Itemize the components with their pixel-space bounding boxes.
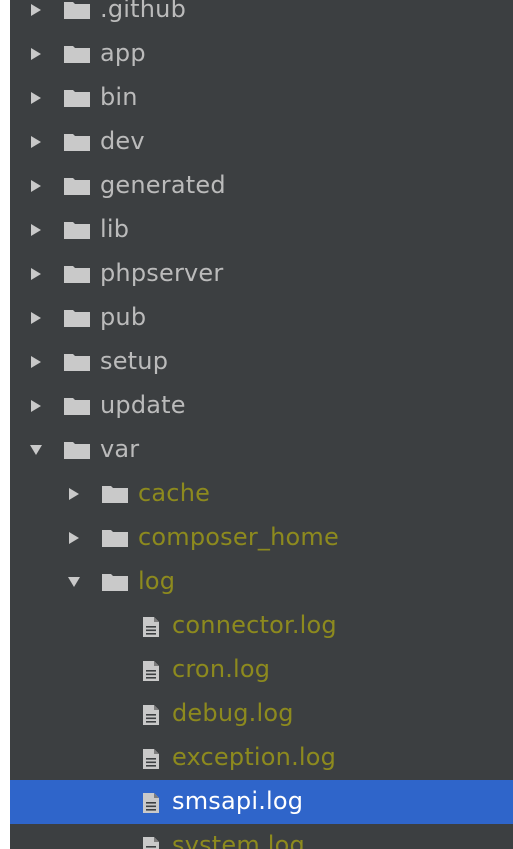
tree-item-log[interactable]: log (10, 560, 513, 604)
text-file-icon (142, 704, 160, 726)
tree-item-setup[interactable]: setup (10, 340, 513, 384)
tree-item-lib[interactable]: lib (10, 208, 513, 252)
folder-icon (102, 528, 128, 548)
text-file-icon (142, 748, 160, 770)
tree-item-label: var (100, 435, 140, 463)
tree-item-label: bin (100, 83, 138, 111)
triangle-right-icon[interactable] (29, 179, 43, 193)
tree-item-bin[interactable]: bin (10, 76, 513, 120)
tree-item-label: phpserver (100, 259, 224, 287)
folder-icon (102, 572, 128, 592)
triangle-right-icon[interactable] (29, 399, 43, 413)
triangle-right-icon[interactable] (29, 91, 43, 105)
tree-item-debug-log[interactable]: debug.log (10, 692, 513, 736)
folder-icon (64, 396, 90, 416)
triangle-right-icon[interactable] (29, 355, 43, 369)
folder-icon (64, 44, 90, 64)
tree-item-composer-home[interactable]: composer_home (10, 516, 513, 560)
folder-icon (64, 132, 90, 152)
tree-item-label: system.log (172, 831, 305, 849)
tree-item-label: cache (138, 479, 211, 507)
tree-item-label: connector.log (172, 611, 337, 639)
tree-item-exception-log[interactable]: exception.log (10, 736, 513, 780)
tree-item-generated[interactable]: generated (10, 164, 513, 208)
tree-item-label: composer_home (138, 523, 339, 551)
tree-item-github[interactable]: .github (10, 0, 513, 32)
tree-item-label: exception.log (172, 743, 337, 771)
triangle-right-icon[interactable] (29, 47, 43, 61)
tree-item-cron-log[interactable]: cron.log (10, 648, 513, 692)
tree-item-label: .github (100, 0, 186, 23)
tree-item-system-log[interactable]: system.log (10, 824, 513, 849)
triangle-right-icon[interactable] (67, 531, 81, 545)
tree-item-cache[interactable]: cache (10, 472, 513, 516)
tree-item-label: cron.log (172, 655, 271, 683)
tree-item-smsapi-log[interactable]: smsapi.log (10, 780, 513, 824)
tree-item-label: pub (100, 303, 147, 331)
folder-icon (64, 88, 90, 108)
tree-item-app[interactable]: app (10, 32, 513, 76)
folder-icon (64, 0, 90, 20)
tree-item-label: smsapi.log (172, 787, 304, 815)
tree-item-var[interactable]: var (10, 428, 513, 472)
tree-item-label: dev (100, 127, 145, 155)
folder-icon (64, 176, 90, 196)
triangle-right-icon[interactable] (29, 223, 43, 237)
project-tree: .github app bin dev generated lib phpserver pub… (10, 0, 513, 849)
triangle-down-icon[interactable] (29, 443, 43, 457)
tree-item-label: lib (100, 215, 130, 243)
tree-item-phpserver[interactable]: phpserver (10, 252, 513, 296)
tree-item-connector-log[interactable]: connector.log (10, 604, 513, 648)
tree-item-pub[interactable]: pub (10, 296, 513, 340)
folder-icon (64, 352, 90, 372)
tree-item-label: setup (100, 347, 169, 375)
triangle-down-icon[interactable] (67, 575, 81, 589)
text-file-icon (142, 660, 160, 682)
tree-item-label: generated (100, 171, 226, 199)
text-file-icon (142, 616, 160, 638)
project-tree-panel: .github app bin dev generated lib phpserver pub… (10, 0, 513, 849)
tree-item-label: log (138, 567, 176, 595)
tree-item-dev[interactable]: dev (10, 120, 513, 164)
folder-icon (64, 440, 90, 460)
triangle-right-icon[interactable] (67, 487, 81, 501)
tree-item-label: update (100, 391, 186, 419)
triangle-right-icon[interactable] (29, 267, 43, 281)
folder-icon (64, 308, 90, 328)
text-file-icon (142, 792, 160, 814)
triangle-right-icon[interactable] (29, 311, 43, 325)
folder-icon (64, 264, 90, 284)
tree-item-update[interactable]: update (10, 384, 513, 428)
triangle-right-icon[interactable] (29, 3, 43, 17)
folder-icon (102, 484, 128, 504)
folder-icon (64, 220, 90, 240)
triangle-right-icon[interactable] (29, 135, 43, 149)
text-file-icon (142, 836, 160, 849)
tree-item-label: debug.log (172, 699, 294, 727)
tree-item-label: app (100, 39, 146, 67)
